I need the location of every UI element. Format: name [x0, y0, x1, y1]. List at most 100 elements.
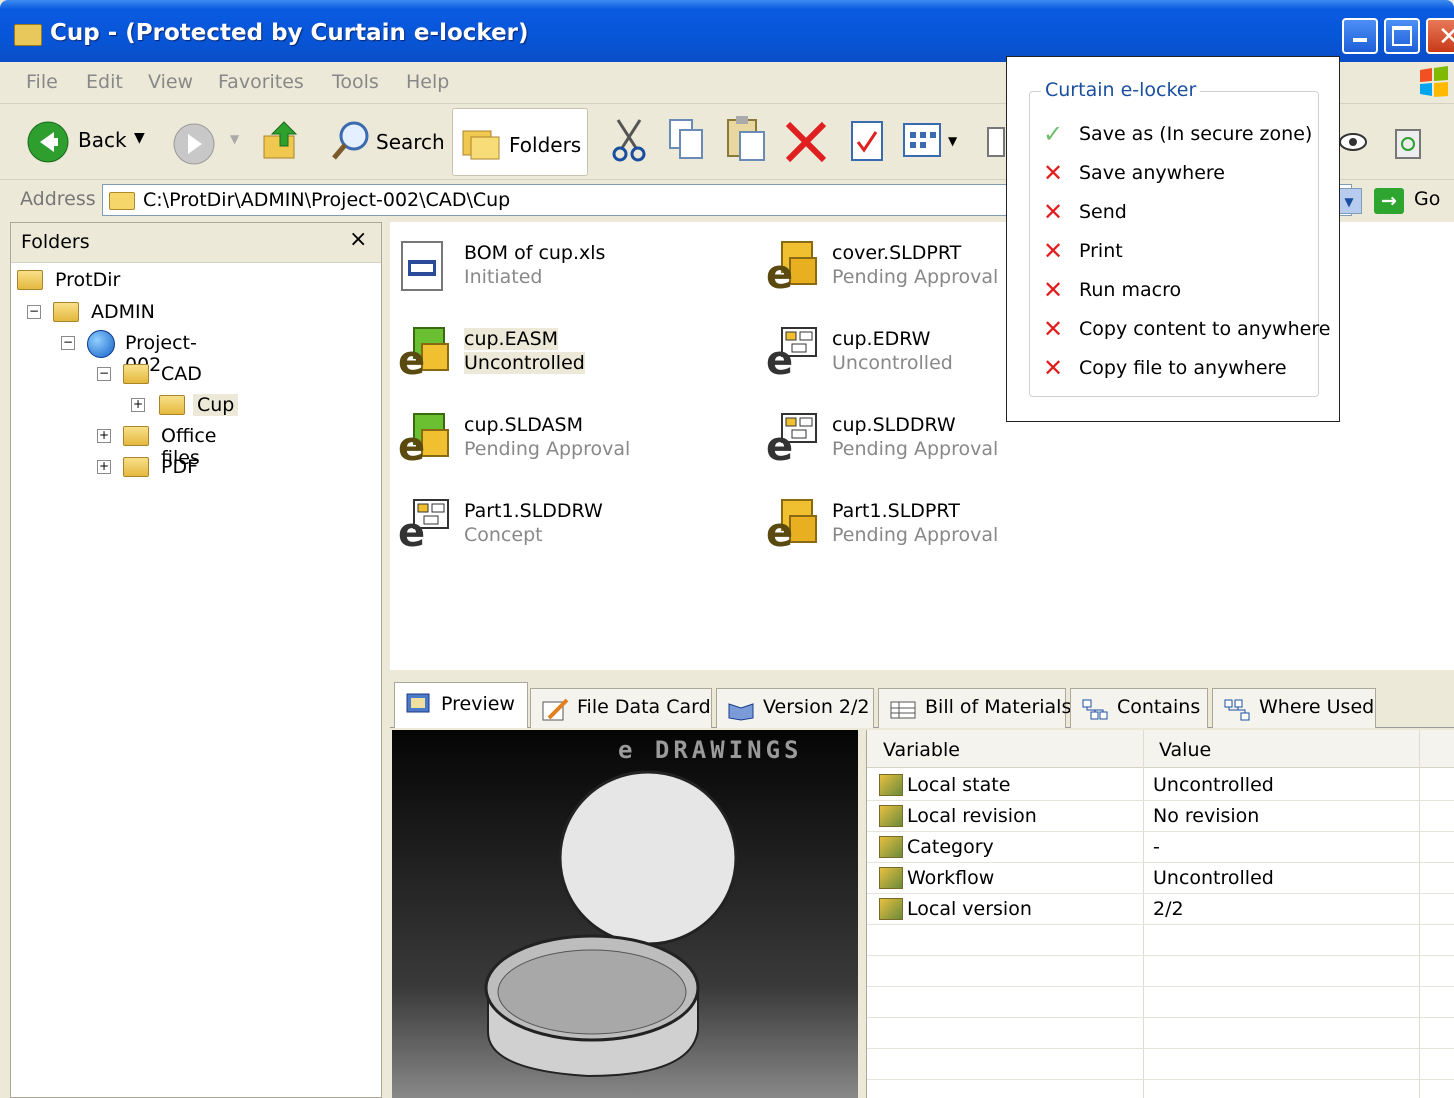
folders-pane-header: Folders × [11, 223, 381, 263]
views-dropdown-icon[interactable]: ▼ [948, 134, 957, 148]
go-label[interactable]: Go [1414, 188, 1440, 210]
search-button[interactable]: Search [326, 114, 445, 170]
go-arrow-icon[interactable]: → [1374, 188, 1404, 214]
grid-row[interactable]: Local version 2/2 [867, 894, 1454, 925]
tab-preview[interactable]: Preview [394, 682, 528, 728]
collapse-icon[interactable]: − [61, 336, 75, 350]
forward-dropdown-icon[interactable]: ▼ [230, 132, 239, 146]
tab-label: Bill of Materials [925, 696, 1072, 718]
close-folders-pane-icon[interactable]: × [349, 227, 367, 252]
copy-icon[interactable] [666, 116, 708, 164]
close-window-button[interactable]: ✕ [1426, 18, 1454, 54]
tab-where-used[interactable]: Where Used [1212, 688, 1376, 728]
tab-bill-of-materials[interactable]: Bill of Materials [878, 688, 1071, 728]
file-status: Pending Approval [832, 438, 999, 460]
variable-icon [879, 898, 903, 920]
menu-favorites[interactable]: Favorites [218, 71, 304, 93]
back-label: Back [78, 128, 127, 152]
variable-icon [879, 774, 903, 796]
menu-file[interactable]: File [26, 71, 58, 93]
elocker-item-label: Print [1079, 240, 1123, 262]
elocker-item-label: Save as (In secure zone) [1079, 123, 1313, 145]
pane-splitter[interactable] [390, 670, 1454, 680]
variable-value: Uncontrolled [1153, 774, 1274, 796]
file-status: Uncontrolled [832, 352, 953, 374]
tree-item-label: CAD [161, 363, 202, 385]
denied-x-icon: ✕ [1043, 276, 1064, 304]
delete-icon[interactable] [784, 120, 828, 164]
column-header-value[interactable]: Value [1159, 739, 1211, 761]
folder-app-icon [14, 24, 42, 46]
collapse-icon[interactable]: − [97, 367, 111, 381]
cut-icon[interactable] [610, 118, 648, 166]
menu-edit[interactable]: Edit [86, 71, 123, 93]
grid-row[interactable]: Local revision No revision [867, 801, 1454, 832]
elocker-item-label: Run macro [1079, 279, 1182, 301]
file-item[interactable]: e cup.EASM Uncontrolled [396, 320, 736, 384]
file-item[interactable]: e Part1.SLDPRT Pending Approval [764, 492, 1104, 556]
tab-contains[interactable]: Contains [1070, 688, 1208, 728]
grid-row[interactable]: Category - [867, 832, 1454, 863]
file-name: cup.EDRW [832, 328, 931, 350]
toolbar-document-icon[interactable] [986, 124, 1006, 164]
file-item[interactable]: e Part1.SLDDRW Concept [396, 492, 736, 556]
table-icon [890, 701, 916, 719]
menu-tools[interactable]: Tools [332, 71, 379, 93]
maximize-button[interactable] [1384, 18, 1420, 54]
menu-help[interactable]: Help [406, 71, 449, 93]
tab-version[interactable]: Version 2/2 [716, 688, 874, 728]
contains-tree-icon [1082, 699, 1108, 720]
file-status: Pending Approval [832, 524, 999, 546]
grid-row[interactable]: Local state Uncontrolled [867, 770, 1454, 801]
detail-tabs: Preview File Data Card Version 2/2 Bill … [390, 680, 1454, 728]
tab-file-data-card[interactable]: File Data Card [530, 688, 712, 728]
collapse-icon[interactable]: − [27, 305, 41, 319]
address-path: C:\ProtDir\ADMIN\Project-002\CAD\Cup [143, 189, 511, 211]
folders-pane: Folders × ProtDir − ADMIN − Project-002 … [10, 222, 382, 1098]
eye-icon[interactable] [1338, 130, 1368, 154]
forward-arrow-icon[interactable] [172, 122, 216, 166]
address-folder-icon [109, 192, 135, 210]
recycle-icon[interactable] [1392, 124, 1424, 160]
file-item[interactable]: BOM of cup.xls Initiated [396, 234, 736, 298]
svg-text:e: e [398, 510, 425, 552]
folders-button[interactable]: Folders [452, 108, 588, 176]
back-button[interactable]: Back ▼ [26, 118, 166, 166]
folder-icon [17, 270, 43, 290]
preview-pane[interactable]: e DRAWINGS [392, 730, 858, 1098]
variable-value: Uncontrolled [1153, 867, 1274, 889]
expand-icon[interactable]: + [131, 398, 145, 412]
file-name: cup.SLDDRW [832, 414, 956, 436]
file-data-grid: Variable Value Local state Uncontrolled L… [866, 730, 1454, 1098]
paste-icon[interactable] [724, 114, 768, 164]
edrawings-drawing-icon: e [766, 413, 817, 466]
file-item[interactable]: e cup.SLDASM Pending Approval [396, 406, 736, 470]
minimize-button[interactable] [1342, 18, 1378, 54]
column-header-variable[interactable]: Variable [883, 739, 960, 761]
title-bar[interactable]: Cup - (Protected by Curtain e-locker) ✕ [0, 0, 1454, 62]
properties-icon[interactable] [850, 120, 886, 164]
edrawings-part-icon: e [766, 499, 817, 552]
back-dropdown-icon[interactable]: ▼ [134, 130, 145, 146]
up-folder-icon[interactable] [262, 118, 302, 162]
file-name: cup.EASM [464, 328, 559, 350]
file-status: Uncontrolled [464, 352, 585, 374]
expand-icon[interactable]: + [97, 460, 111, 474]
expand-icon[interactable]: + [97, 429, 111, 443]
elocker-item-label: Send [1079, 201, 1127, 223]
tree-item-label: PDF [161, 456, 199, 478]
edrawings-part-icon: e [766, 241, 817, 294]
edrawings-assembly-icon: e [398, 413, 449, 466]
svg-text:e: e [766, 424, 793, 466]
grid-row-empty [867, 956, 1454, 987]
variable-name: Local version [907, 898, 1032, 920]
menu-view[interactable]: View [148, 71, 193, 93]
window-title: Cup - (Protected by Curtain e-locker) [50, 20, 529, 46]
folder-icon [123, 426, 149, 446]
svg-text:e: e [766, 252, 793, 294]
svg-text:e: e [766, 510, 793, 552]
elocker-title: Curtain e-locker [1041, 79, 1201, 101]
views-icon[interactable] [902, 122, 946, 162]
grid-row[interactable]: Workflow Uncontrolled [867, 863, 1454, 894]
curtain-elocker-popup: Curtain e-locker ✓ Save as (In secure zon… [1006, 56, 1340, 422]
